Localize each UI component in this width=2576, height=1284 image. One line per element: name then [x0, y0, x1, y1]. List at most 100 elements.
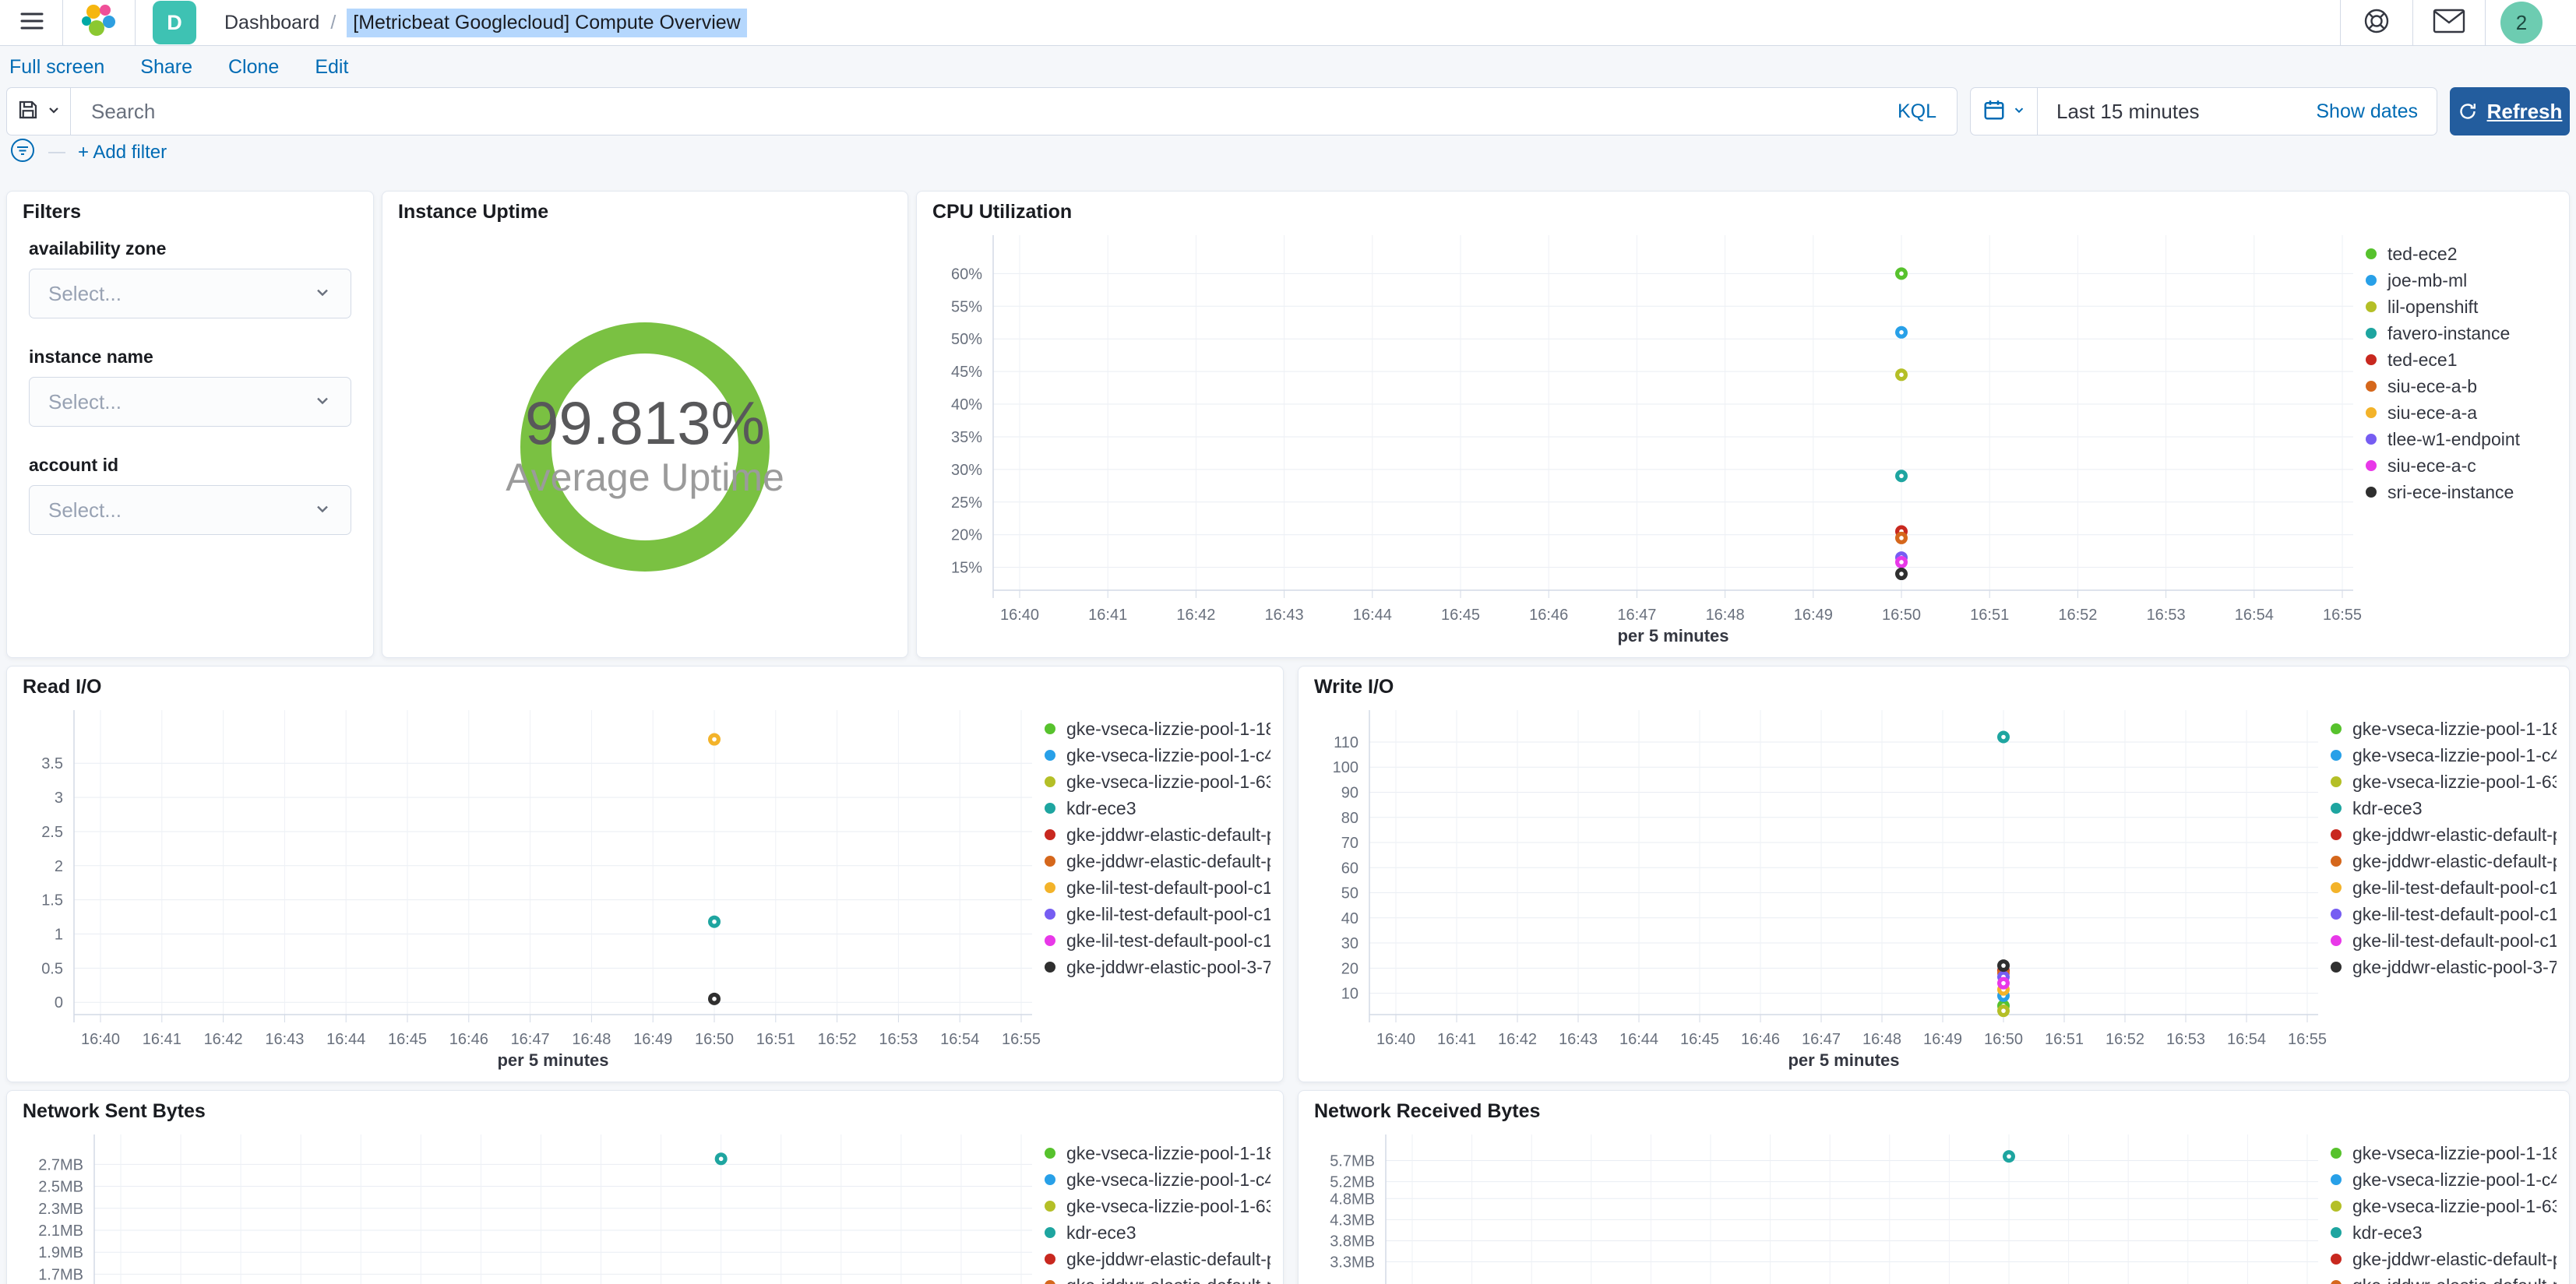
legend-item[interactable]: gke-vseca-lizzie-pool-1-1877... — [2331, 719, 2557, 739]
cpu-utilization-plot[interactable]: 60% 55% 50% 45% 40% 35% 30% 25% 20% 15% 16:40 16:41… — [929, 227, 2366, 653]
legend-series-dot-icon — [2366, 301, 2377, 312]
newsfeed-button[interactable] — [2413, 0, 2485, 46]
legend-item[interactable]: ted-ece1 — [2366, 350, 2557, 370]
legend-item[interactable]: siu-ece-a-b — [2366, 376, 2557, 396]
filter-field-select[interactable]: Select... — [29, 377, 351, 427]
legend-series-dot-icon — [2331, 750, 2342, 761]
legend-item[interactable]: gke-vseca-lizzie-pool-1-630... — [2331, 772, 2557, 792]
network-received-bytes-plot[interactable]: 5.7MB5.2MB4.8MB4.3MB3.8MB3.3MB16:4016:41… — [1311, 1127, 2331, 1284]
cpu-utilization-title[interactable]: CPU Utilization — [932, 201, 1072, 223]
show-dates-button[interactable]: Show dates — [2297, 100, 2437, 123]
legend-item[interactable]: gke-vseca-lizzie-pool-1-630... — [1045, 1196, 1270, 1216]
legend-series-label: gke-jddwr-elastic-default-po... — [1066, 1248, 1270, 1269]
help-button[interactable] — [2341, 0, 2412, 46]
svg-text:16:47: 16:47 — [1617, 607, 1656, 624]
legend-item[interactable]: gke-lil-test-default-pool-c1e... — [2331, 877, 2557, 898]
legend-item[interactable]: siu-ece-a-c — [2366, 456, 2557, 476]
network-sent-bytes-plot[interactable]: 2.7MB2.5MB2.3MB2.1MB1.9MB1.7MB1.5MB16:40… — [19, 1127, 1045, 1284]
toolbar-link-edit[interactable]: Edit — [315, 56, 348, 79]
write-io-plot[interactable]: 110 100 90 80 70 60 50 40 30 20 10 16:40 16:41 16:42 1… — [1311, 702, 2331, 1077]
quick-select-button[interactable] — [1971, 88, 2038, 135]
legend-item[interactable]: gke-jddwr-elastic-default-po... — [2331, 1249, 2557, 1269]
legend-item[interactable]: gke-lil-test-default-pool-c1e... — [2331, 930, 2557, 951]
toolbar-link-clone[interactable]: Clone — [228, 56, 279, 79]
date-picker: Last 15 minutes Show dates — [1970, 87, 2437, 135]
legend-item[interactable]: lil-openshift — [2366, 297, 2557, 317]
legend-item[interactable]: gke-vseca-lizzie-pool-1-630... — [2331, 1196, 2557, 1216]
legend-item[interactable]: kdr-ece3 — [2331, 798, 2557, 818]
add-filter-button[interactable]: + Add filter — [78, 142, 167, 164]
legend-item[interactable]: gke-lil-test-default-pool-c1e... — [1045, 878, 1270, 898]
legend-item[interactable]: ted-ece2 — [2366, 244, 2557, 264]
legend-item[interactable]: gke-jddwr-elastic-default-po... — [1045, 825, 1270, 845]
network-sent-bytes-title[interactable]: Network Sent Bytes — [23, 1100, 206, 1123]
elastic-logo-icon[interactable] — [80, 2, 118, 44]
legend-item[interactable]: gke-vseca-lizzie-pool-1-1877... — [1045, 1143, 1270, 1163]
legend-series-label: gke-lil-test-default-pool-c1e... — [2352, 877, 2557, 898]
instance-uptime-title[interactable]: Instance Uptime — [398, 201, 548, 223]
network-received-bytes-title[interactable]: Network Received Bytes — [1314, 1100, 1540, 1123]
legend-item[interactable]: kdr-ece3 — [1045, 798, 1270, 818]
svg-text:80: 80 — [1341, 810, 1358, 827]
legend-item[interactable]: gke-vseca-lizzie-pool-1-c417... — [2331, 745, 2557, 765]
filter-field-select[interactable]: Select... — [29, 485, 351, 535]
legend-item[interactable]: kdr-ece3 — [2331, 1222, 2557, 1243]
menu-hamburger-icon[interactable] — [19, 10, 45, 36]
legend-item[interactable]: gke-vseca-lizzie-pool-1-630... — [1045, 772, 1270, 792]
breadcrumb-dashboard-link[interactable]: Dashboard — [224, 12, 319, 34]
legend-series-label: sri-ece-instance — [2387, 481, 2514, 502]
search-input[interactable] — [71, 88, 1877, 135]
page-title[interactable]: [Metricbeat Googlecloud] Compute Overvie… — [347, 8, 747, 37]
svg-text:35%: 35% — [951, 429, 982, 446]
legend-item[interactable]: sri-ece-instance — [2366, 481, 2557, 502]
svg-text:16:47: 16:47 — [511, 1031, 550, 1048]
legend-item[interactable]: gke-lil-test-default-pool-c1e... — [2331, 904, 2557, 924]
toolbar-link-share[interactable]: Share — [140, 56, 192, 79]
space-badge[interactable]: D — [153, 1, 196, 44]
legend-item[interactable]: siu-ece-a-a — [2366, 403, 2557, 423]
legend-item[interactable]: gke-vseca-lizzie-pool-1-c417... — [2331, 1170, 2557, 1190]
legend-item[interactable]: kdr-ece3 — [1045, 1222, 1270, 1243]
legend-series-dot-icon — [1045, 909, 1055, 920]
legend-series-dot-icon — [1045, 1148, 1055, 1159]
refresh-button[interactable]: Refresh — [2450, 87, 2570, 135]
legend-item[interactable]: gke-jddwr-elastic-default-po... — [2331, 851, 2557, 871]
legend-item[interactable]: gke-jddwr-elastic-pool-3-74... — [1045, 957, 1270, 977]
svg-text:2.5MB: 2.5MB — [38, 1179, 83, 1196]
legend-item[interactable]: gke-jddwr-elastic-default-po... — [1045, 851, 1270, 871]
legend-item[interactable]: gke-vseca-lizzie-pool-1-1877... — [1045, 719, 1270, 739]
legend-item[interactable]: gke-jddwr-elastic-pool-3-74... — [2331, 957, 2557, 977]
read-io-title[interactable]: Read I/O — [23, 676, 101, 698]
time-range-value[interactable]: Last 15 minutes — [2038, 100, 2218, 124]
legend-item[interactable]: gke-vseca-lizzie-pool-1-c417... — [1045, 1170, 1270, 1190]
legend-series-dot-icon — [1045, 803, 1055, 814]
legend-item[interactable]: gke-lil-test-default-pool-c1e... — [1045, 930, 1270, 951]
svg-text:40: 40 — [1341, 910, 1358, 927]
legend-series-dot-icon — [2331, 909, 2342, 920]
kql-selector[interactable]: KQL — [1877, 100, 1957, 123]
toolbar-link-full-screen[interactable]: Full screen — [9, 56, 104, 79]
saved-query-button[interactable] — [7, 88, 71, 135]
filter-field-select[interactable]: Select... — [29, 269, 351, 318]
read-io-plot[interactable]: 3.5 3 2.5 2 1.5 1 0.5 0 16:40 16:41 16:42 16:43 16:4… — [19, 702, 1045, 1077]
svg-text:40%: 40% — [951, 396, 982, 413]
legend-item[interactable]: gke-jddwr-elastic-default-po... — [2331, 825, 2557, 845]
legend-item[interactable]: gke-jddwr-elastic-default-po... — [2331, 1275, 2557, 1284]
legend-item[interactable]: joe-mb-ml — [2366, 270, 2557, 290]
legend-item[interactable]: gke-vseca-lizzie-pool-1-c417... — [1045, 745, 1270, 765]
top-navigation-bar: D Dashboard / [Metricbeat Googlecloud] C… — [0, 0, 2576, 46]
legend-item[interactable]: tlee-w1-endpoint — [2366, 429, 2557, 449]
chevron-down-icon — [313, 499, 332, 522]
legend-item[interactable]: gke-jddwr-elastic-default-po... — [1045, 1248, 1270, 1269]
uptime-gauge[interactable]: 99.813% Average Uptime — [395, 226, 895, 649]
legend-item[interactable]: favero-instance — [2366, 323, 2557, 343]
legend-item[interactable]: gke-lil-test-default-pool-c1e... — [1045, 904, 1270, 924]
filter-icon[interactable] — [9, 137, 36, 167]
header-divider — [135, 0, 136, 46]
svg-text:16:43: 16:43 — [1265, 607, 1304, 624]
legend-item[interactable]: gke-jddwr-elastic-default-po... — [1045, 1275, 1270, 1284]
write-io-title[interactable]: Write I/O — [1314, 676, 1394, 698]
user-menu-button[interactable]: 2 — [2486, 0, 2557, 46]
refresh-button-label: Refresh — [2486, 99, 2563, 123]
legend-item[interactable]: gke-vseca-lizzie-pool-1-1877... — [2331, 1143, 2557, 1163]
